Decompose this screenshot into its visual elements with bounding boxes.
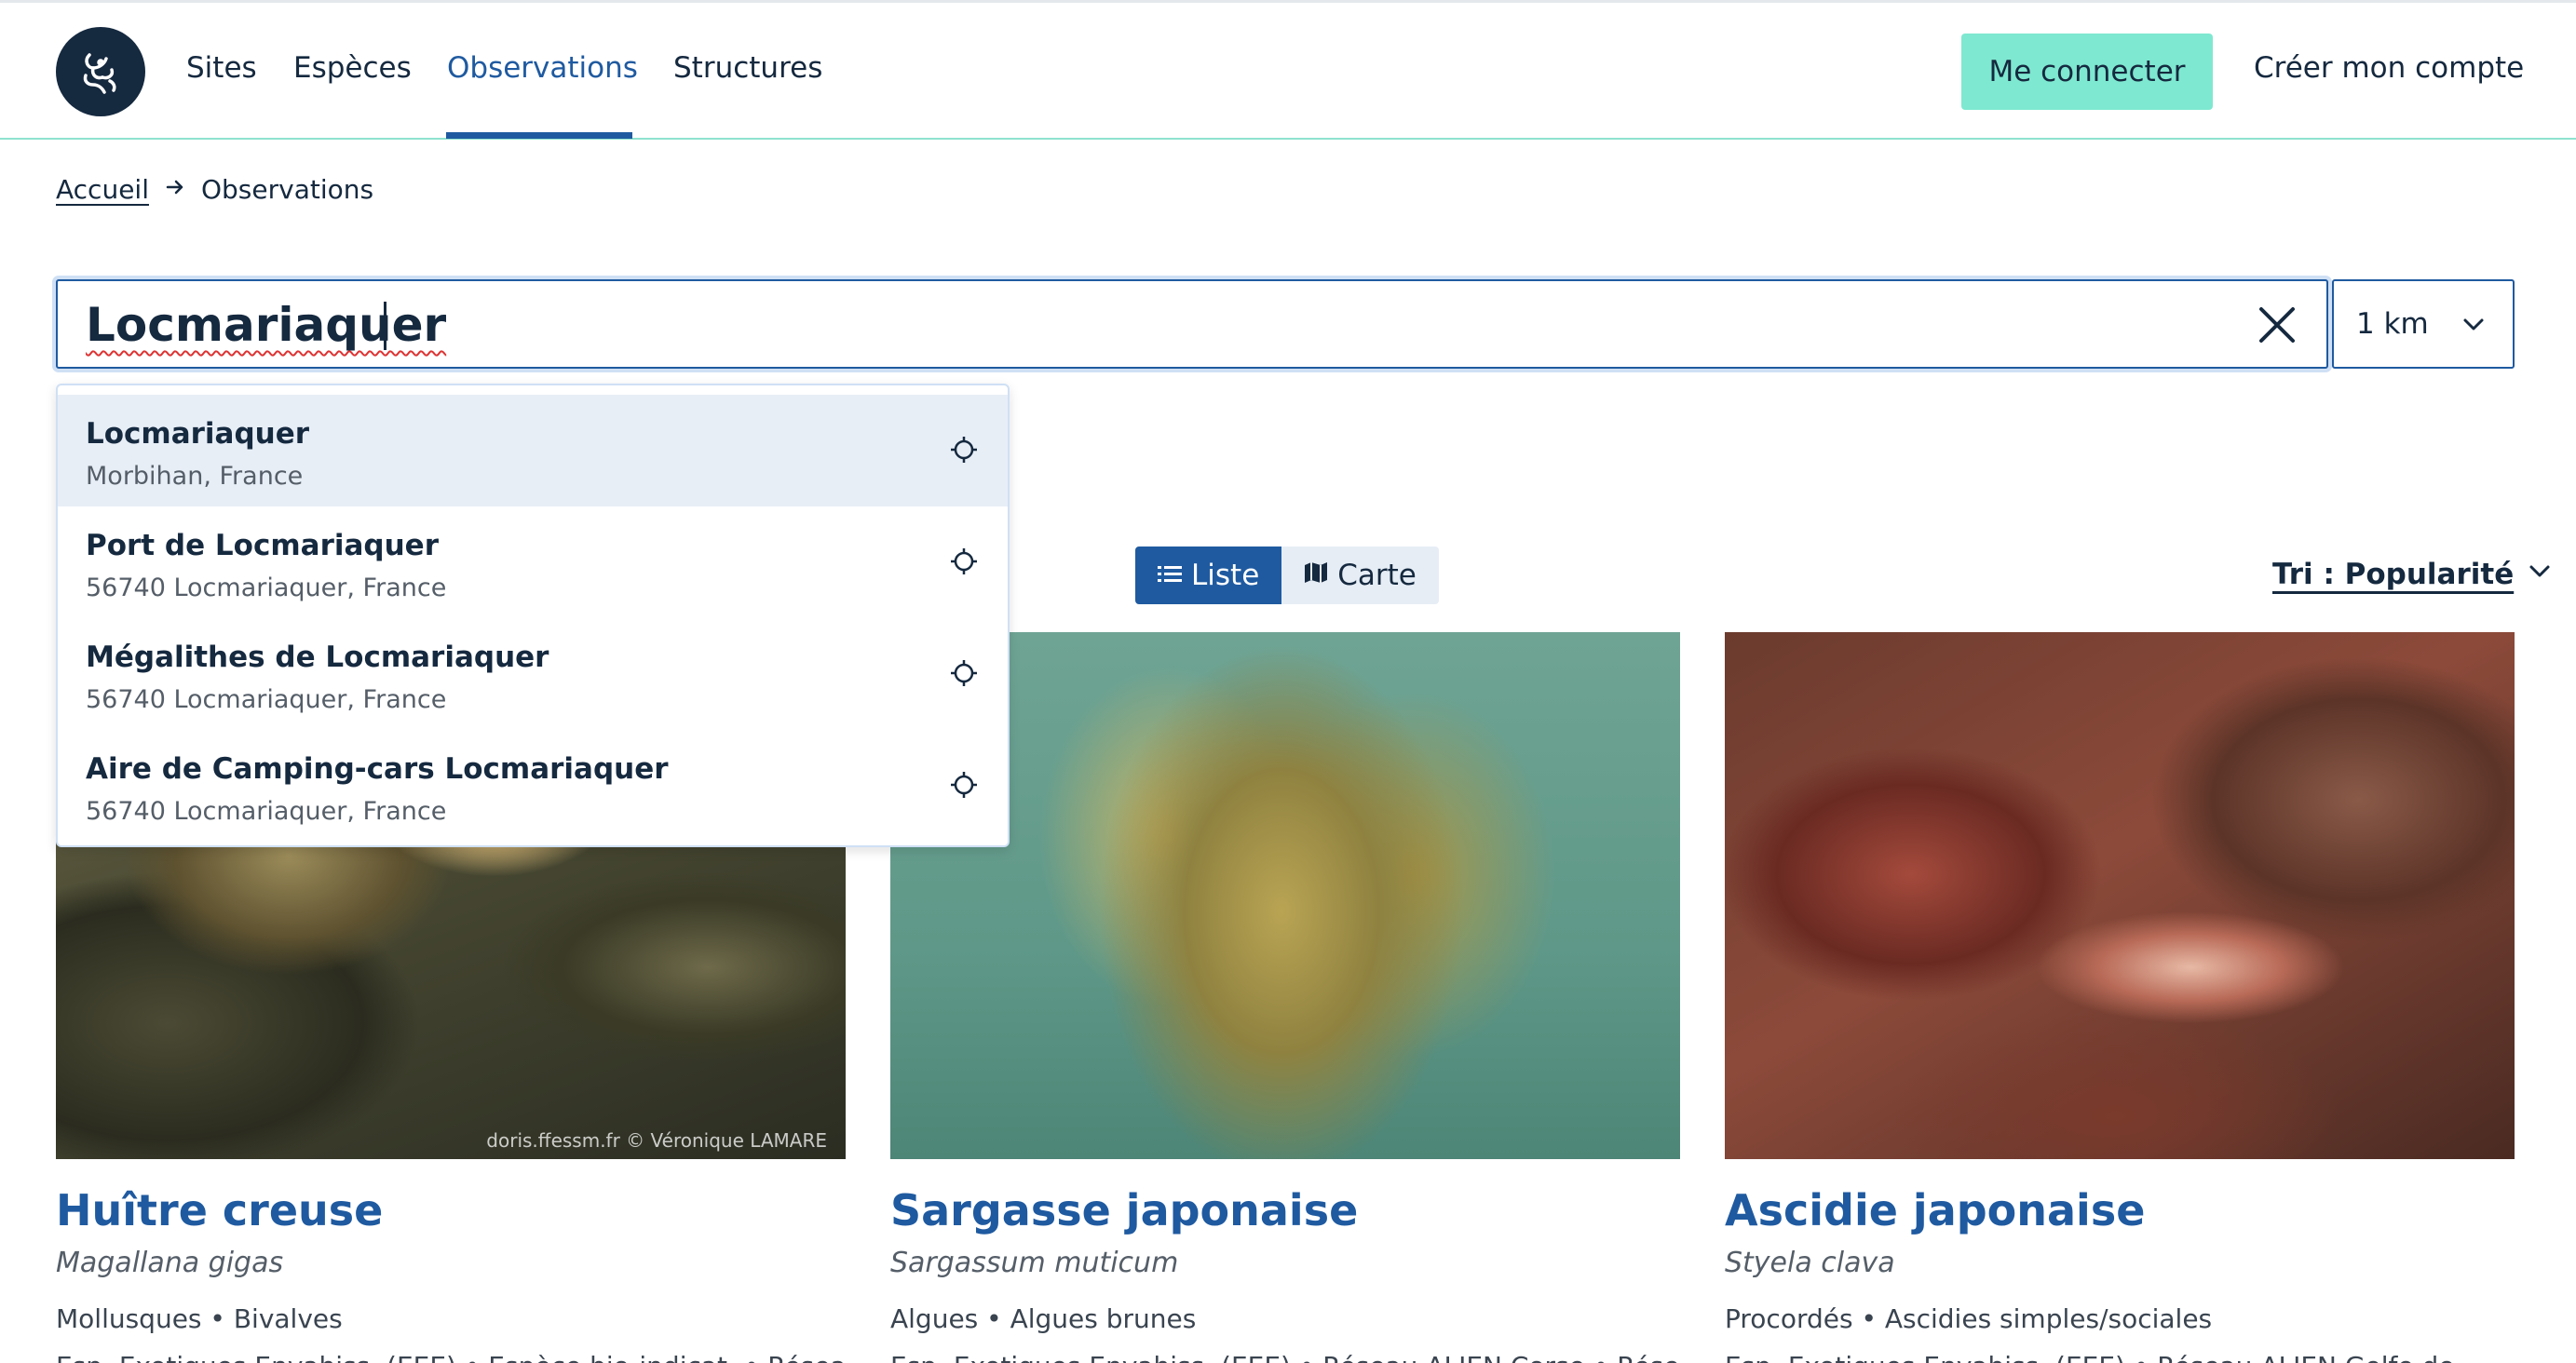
- suggestion-item[interactable]: Mégalithes de Locmariaquer 56740 Locmari…: [58, 618, 1008, 730]
- species-photo[interactable]: [1725, 632, 2515, 1159]
- species-card[interactable]: Ascidie japonaise Styela clava Procordés…: [1725, 632, 2515, 1363]
- species-scientific-name: Sargassum muticum: [890, 1247, 1179, 1279]
- species-taxonomy: Algues • Algues brunes: [890, 1303, 1197, 1334]
- nav-sites[interactable]: Sites: [186, 51, 257, 85]
- octopus-logo-icon[interactable]: [56, 27, 145, 116]
- suggestion-subtitle: Morbihan, France: [86, 462, 304, 491]
- arrow-right-icon: [164, 174, 186, 205]
- sort-label: Tri : Popularité: [2272, 558, 2515, 591]
- breadcrumb-current: Observations: [200, 174, 374, 205]
- suggestion-title: Port de Locmariaquer: [86, 529, 439, 562]
- chevron-down-icon: [2527, 558, 2553, 591]
- suggestion-item[interactable]: Aire de Camping-cars Locmariaquer 56740 …: [58, 730, 1008, 842]
- sort-select[interactable]: Tri : Popularité: [2272, 558, 2553, 591]
- suggestions-dropdown: Locmariaquer Morbihan, France Port de Lo…: [56, 384, 1010, 847]
- species-taxonomy: Mollusques • Bivalves: [56, 1303, 343, 1334]
- locate-target-icon[interactable]: [948, 434, 980, 466]
- species-tags: Esp. Exotiques Envahiss. (EEE) • Réseau …: [1725, 1351, 2515, 1363]
- top-navigation-bar: Sites Espèces Observations Structures Me…: [0, 3, 2576, 140]
- map-view-label: Carte: [1337, 559, 1417, 592]
- text-caret: [384, 302, 386, 350]
- radius-value: 1 km: [2356, 307, 2429, 341]
- locate-target-icon[interactable]: [948, 546, 980, 577]
- locate-target-icon[interactable]: [948, 769, 980, 801]
- list-icon: [1158, 559, 1182, 592]
- photo-credit: doris.ffessm.fr © Véronique LAMARE: [486, 1129, 827, 1152]
- login-button[interactable]: Me connecter: [1961, 34, 2213, 110]
- species-common-name[interactable]: Huître creuse: [56, 1185, 846, 1235]
- species-common-name[interactable]: Ascidie japonaise: [1725, 1185, 2515, 1235]
- page: Sites Espèces Observations Structures Me…: [0, 0, 2576, 1363]
- species-taxonomy: Procordés • Ascidies simples/sociales: [1725, 1303, 2213, 1334]
- nav-observations[interactable]: Observations: [447, 51, 638, 85]
- suggestion-item[interactable]: Locmariaquer Morbihan, France: [58, 395, 1008, 506]
- suggestion-subtitle: 56740 Locmariaquer, France: [86, 574, 447, 602]
- close-icon[interactable]: [2256, 304, 2298, 346]
- suggestion-item[interactable]: Port de Locmariaquer 56740 Locmariaquer,…: [58, 506, 1008, 618]
- location-search-input[interactable]: Locmariaquer: [56, 279, 2328, 369]
- signup-link[interactable]: Créer mon compte: [2254, 51, 2524, 85]
- chevron-down-icon: [2461, 311, 2487, 344]
- suggestion-title: Mégalithes de Locmariaquer: [86, 641, 549, 674]
- nav-structures[interactable]: Structures: [673, 51, 822, 85]
- list-view-label: Liste: [1191, 559, 1260, 592]
- view-toggle: Liste Carte: [1135, 547, 1439, 604]
- breadcrumb-home-link[interactable]: Accueil: [56, 174, 149, 205]
- search-input-value[interactable]: Locmariaquer: [86, 298, 446, 352]
- suggestion-title: Aire de Camping-cars Locmariaquer: [86, 752, 669, 786]
- nav-especes[interactable]: Espèces: [293, 51, 412, 85]
- map-view-button[interactable]: Carte: [1281, 547, 1439, 604]
- species-scientific-name: Styela clava: [1725, 1247, 1895, 1279]
- species-tags: Esp. Exotiques Envahiss. (EEE) • Réseau …: [890, 1351, 1680, 1363]
- locate-target-icon[interactable]: [948, 657, 980, 689]
- species-tags: Esp. Exotiques Envahiss. (EEE) • Espèce …: [56, 1351, 846, 1363]
- suggestion-subtitle: 56740 Locmariaquer, France: [86, 685, 447, 714]
- suggestion-subtitle: 56740 Locmariaquer, France: [86, 797, 447, 826]
- suggestion-title: Locmariaquer: [86, 417, 310, 451]
- radius-select[interactable]: 1 km: [2332, 279, 2515, 369]
- breadcrumb: Accueil Observations: [56, 174, 373, 205]
- list-view-button[interactable]: Liste: [1135, 547, 1282, 604]
- species-scientific-name: Magallana gigas: [56, 1247, 284, 1279]
- active-nav-indicator: [446, 132, 632, 139]
- map-icon: [1304, 559, 1328, 592]
- species-common-name[interactable]: Sargasse japonaise: [890, 1185, 1680, 1235]
